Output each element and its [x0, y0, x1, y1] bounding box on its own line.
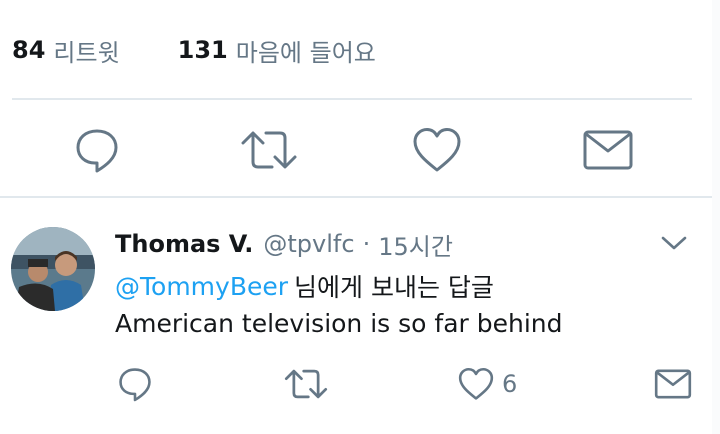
mention-link[interactable]: @TommyBeer — [115, 272, 288, 301]
like-button[interactable] — [408, 123, 466, 177]
scroll-edge — [712, 0, 720, 434]
tweet-timestamp[interactable]: 15시간 — [378, 227, 453, 262]
replying-to: @TommyBeer 님에게 보내는 답글 — [115, 268, 494, 304]
reply-icon — [119, 368, 151, 402]
direct-message-button[interactable] — [580, 123, 636, 177]
tweet-menu-button[interactable] — [656, 228, 692, 258]
retweet-icon — [284, 369, 328, 399]
stats-divider — [12, 98, 692, 100]
avatar[interactable] — [11, 227, 95, 311]
reply-tweet-like-button[interactable]: 6 — [456, 364, 528, 404]
likes-label[interactable]: 마음에 들어요 — [236, 33, 376, 68]
retweets-label[interactable]: 리트윗 — [53, 33, 119, 68]
retweets-count[interactable]: 84 — [12, 36, 45, 64]
like-count: 6 — [502, 370, 518, 398]
retweet-icon — [241, 131, 297, 169]
message-icon — [654, 369, 692, 399]
message-icon — [583, 130, 633, 170]
likes-count[interactable]: 131 — [178, 36, 228, 64]
display-name[interactable]: Thomas V. — [115, 230, 253, 258]
reply-tweet-retweet-button[interactable] — [282, 364, 330, 404]
actions-divider — [0, 196, 712, 198]
reply-tweet-message-button[interactable] — [652, 364, 694, 404]
tweet-text: American television is so far behind — [115, 309, 563, 338]
header-separator: · — [362, 230, 371, 258]
like-icon — [413, 128, 461, 172]
reply-header: Thomas V. @tpvlfc · 15시간 — [115, 226, 453, 262]
reply-button[interactable] — [70, 123, 124, 177]
user-handle[interactable]: @tpvlfc — [263, 230, 354, 258]
avatar-photo — [11, 227, 95, 311]
reply-tweet-reply-button[interactable] — [114, 364, 156, 404]
tweet-stats: 84 리트윗 131 마음에 들어요 — [12, 30, 376, 70]
reply-icon — [76, 129, 118, 173]
replying-to-label: 님에게 보내는 답글 — [294, 273, 494, 302]
like-icon — [458, 367, 494, 400]
retweet-button[interactable] — [240, 123, 298, 177]
chevron-down-icon — [661, 236, 687, 250]
